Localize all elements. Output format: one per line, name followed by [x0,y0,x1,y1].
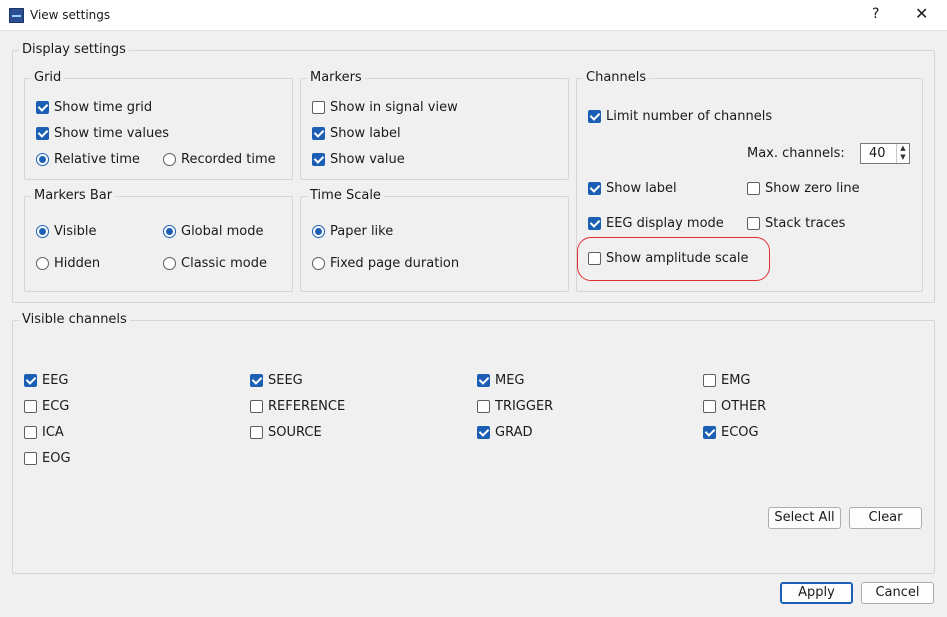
app-icon [9,8,24,23]
show-zero-line-label: Show zero line [765,181,860,196]
radio-circle [36,225,49,238]
limit-number-of-channels-label: Limit number of channels [606,109,773,124]
markers-bar-group [24,196,293,292]
display-settings-legend: Display settings [19,42,129,58]
show-in-signal-view-label: Show in signal view [330,100,458,115]
fixed-page-duration-label: Fixed page duration [330,256,460,271]
relative-time-label: Relative time [54,152,140,167]
spin-up-icon[interactable]: ▲ [897,144,909,153]
channel-label: EMG [721,373,751,388]
checkbox-box [24,452,37,465]
channel-label: GRAD [495,425,533,440]
checkbox-box [24,374,37,387]
checkbox-box [477,426,490,439]
max-channels-spinbox[interactable]: 40 ▲ ▼ [860,143,910,164]
classic-mode-label: Classic mode [181,256,267,271]
checkbox-box [250,426,263,439]
show-time-values-label: Show time values [54,126,169,141]
checkbox-box [250,400,263,413]
markers-legend: Markers [307,70,365,86]
radio-circle [36,257,49,270]
radio-circle [312,225,325,238]
visible-channels-legend: Visible channels [19,312,130,328]
max-channels-value[interactable]: 40 [869,146,886,161]
paper-like-label: Paper like [330,224,394,239]
checkbox-box [477,374,490,387]
checkbox-box [312,153,325,166]
checkbox-box [312,127,325,140]
channel-label: ICA [42,425,64,440]
channel-label: SEEG [268,373,303,388]
checkbox-box [703,426,716,439]
checkbox-box [24,400,37,413]
global-mode-label: Global mode [181,224,264,239]
eeg-display-mode-label: EEG display mode [606,216,724,231]
stack-traces-label: Stack traces [765,216,846,231]
channel-label: EOG [42,451,71,466]
channel-label: EEG [42,373,69,388]
checkbox-box [312,101,325,114]
recorded-time-label: Recorded time [181,152,276,167]
apply-button[interactable]: Apply [780,582,853,604]
time-scale-group [300,196,569,292]
select-all-button[interactable]: Select All [768,507,841,529]
annotation-highlight [577,237,770,281]
title-bar: View settings ? ✕ [0,0,947,31]
grid-legend: Grid [31,70,65,86]
channel-label: TRIGGER [495,399,554,414]
radio-circle [36,153,49,166]
radio-circle [163,153,176,166]
spin-buttons: ▲ ▼ [896,144,909,163]
help-button[interactable]: ? [872,6,879,22]
checkbox-box [588,110,601,123]
clear-button[interactable]: Clear [849,507,922,529]
visible-channels-group [12,320,935,574]
channel-label: REFERENCE [268,399,346,414]
checkbox-box [747,217,760,230]
checkbox-box [36,101,49,114]
markers-show-value-label: Show value [330,152,405,167]
checkbox-box [36,127,49,140]
channel-label: OTHER [721,399,767,414]
max-channels-label: Max. channels: [747,146,845,161]
channels-show-label-label: Show label [606,181,677,196]
markers-show-label-label: Show label [330,126,401,141]
checkbox-box [588,182,601,195]
spin-down-icon[interactable]: ▼ [897,153,909,162]
checkbox-box [703,400,716,413]
radio-circle [312,257,325,270]
visible-label: Visible [54,224,97,239]
channels-legend: Channels [583,70,650,86]
time-scale-legend: Time Scale [307,188,384,204]
checkbox-box [250,374,263,387]
checkbox-box [588,217,601,230]
radio-circle [163,225,176,238]
checkbox-box [24,426,37,439]
channel-label: SOURCE [268,425,322,440]
cancel-button[interactable]: Cancel [861,582,934,604]
checkbox-box [747,182,760,195]
hidden-label: Hidden [54,256,101,271]
channel-label: ECG [42,399,70,414]
channel-label: MEG [495,373,525,388]
show-time-grid-label: Show time grid [54,100,153,115]
markers-bar-legend: Markers Bar [31,188,116,204]
channel-label: ECOG [721,425,759,440]
checkbox-box [477,400,490,413]
close-button[interactable]: ✕ [915,4,928,23]
window-title: View settings [30,8,111,22]
checkbox-box [703,374,716,387]
radio-circle [163,257,176,270]
